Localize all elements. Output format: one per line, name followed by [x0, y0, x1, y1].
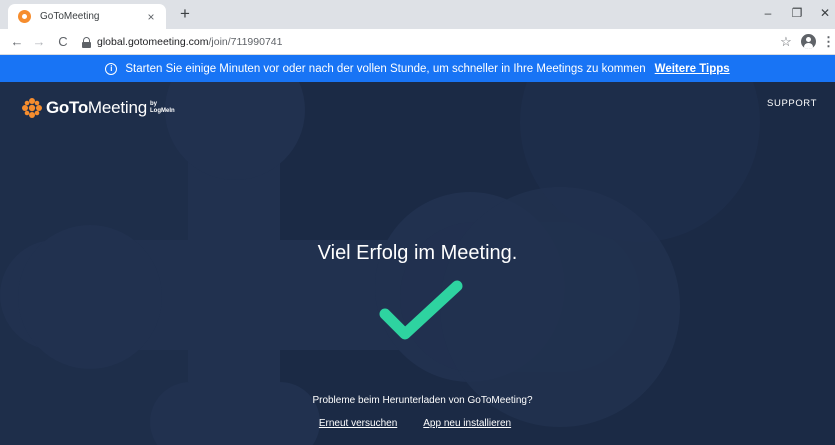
tab-gotomeeting[interactable]: GoToMeeting ×: [8, 4, 166, 29]
browser-tabstrip: GoToMeeting × + – ❐ ✕: [0, 0, 835, 29]
download-problem-text: Probleme beim Herunterladen von GoToMeet…: [312, 395, 533, 406]
checkmark-icon: [379, 280, 463, 340]
reload-icon[interactable]: C: [54, 33, 72, 51]
banner-text: Starten Sie einige Minuten vor oder nach…: [125, 62, 646, 75]
menu-icon[interactable]: ⋮: [822, 33, 835, 51]
tips-banner: i Starten Sie einige Minuten vor oder na…: [0, 55, 835, 82]
profile-icon[interactable]: [801, 34, 816, 49]
info-icon: i: [105, 62, 118, 75]
logo-goto-text: GoTo: [46, 98, 88, 117]
lock-icon[interactable]: [82, 36, 91, 48]
forward-icon[interactable]: →: [30, 33, 48, 51]
gotomeeting-logo[interactable]: GoTo Meeting by LogMeIn: [22, 96, 175, 120]
reinstall-app-link[interactable]: App neu installieren: [423, 418, 511, 429]
logo-by-logmein: by LogMeIn: [150, 101, 175, 115]
tab-title: GoToMeeting: [40, 11, 100, 22]
address-bar[interactable]: global.gotomeeting.com/join/711990741: [82, 32, 762, 52]
restore-button[interactable]: ❐: [786, 4, 808, 22]
new-tab-button[interactable]: +: [176, 5, 194, 23]
close-window-button[interactable]: ✕: [814, 4, 835, 22]
star-icon[interactable]: ☆: [778, 33, 794, 51]
logo-meeting-text: Meeting: [87, 98, 148, 117]
retry-link[interactable]: Erneut versuchen: [319, 418, 397, 429]
gotomeeting-flower-icon: [22, 98, 42, 118]
browser-toolbar: ← → C global.gotomeeting.com/join/711990…: [0, 29, 835, 55]
gotomeeting-favicon-icon: [18, 10, 31, 23]
support-link[interactable]: SUPPORT: [767, 98, 817, 109]
page-title: Viel Erfolg im Meeting.: [317, 242, 518, 264]
help-links: Erneut versuchen App neu installieren: [0, 418, 830, 429]
url-host: global.gotomeeting.com: [97, 36, 209, 48]
tab-close-button[interactable]: ×: [144, 10, 158, 24]
page-content: GoTo Meeting by LogMeIn SUPPORT Viel Erf…: [0, 82, 835, 445]
logo-by-text: by: [150, 101, 158, 107]
minimize-button[interactable]: –: [757, 4, 779, 22]
logo-logmein-text: LogMeIn: [150, 108, 175, 114]
url-text: global.gotomeeting.com/join/711990741: [97, 36, 282, 48]
more-tips-link[interactable]: Weitere Tipps: [655, 63, 730, 75]
back-icon[interactable]: ←: [8, 33, 26, 51]
url-path: /join/711990741: [208, 36, 283, 48]
